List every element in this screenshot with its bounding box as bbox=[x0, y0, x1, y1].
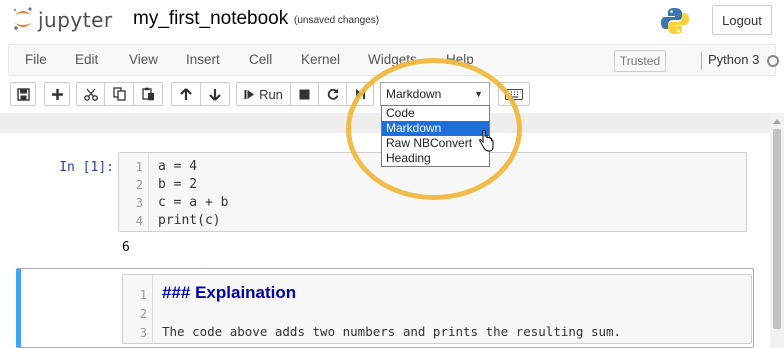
code-line: print(c) bbox=[158, 213, 221, 228]
cut-button[interactable] bbox=[76, 82, 105, 106]
menu-view[interactable]: View bbox=[129, 52, 158, 67]
paste-icon bbox=[141, 87, 154, 101]
line-number: 3 bbox=[139, 326, 147, 340]
move-up-button[interactable] bbox=[171, 82, 201, 106]
save-button[interactable] bbox=[10, 82, 36, 106]
line-number: 4 bbox=[135, 214, 143, 228]
scroll-up-icon[interactable] bbox=[773, 119, 781, 124]
insert-cell-button[interactable] bbox=[44, 82, 70, 106]
markdown-heading-line: ### Explaination bbox=[162, 283, 297, 302]
logo-text: jupyter bbox=[38, 8, 113, 32]
cell-output: 6 bbox=[122, 240, 130, 255]
line-number: 3 bbox=[135, 196, 143, 210]
refresh-icon bbox=[327, 88, 338, 100]
interrupt-button[interactable] bbox=[290, 82, 319, 106]
menu-kernel[interactable]: Kernel bbox=[301, 52, 340, 67]
jupyter-logo[interactable]: jupyter bbox=[12, 6, 122, 34]
python-logo-icon bbox=[660, 6, 690, 36]
kernel-status-icon bbox=[767, 55, 779, 67]
arrow-down-icon bbox=[209, 88, 221, 101]
code-line: c = a + b bbox=[158, 195, 229, 210]
run-button[interactable]: Run bbox=[236, 82, 291, 106]
copy-icon bbox=[112, 87, 126, 101]
logout-button[interactable]: Logout bbox=[712, 5, 772, 35]
run-label: Run bbox=[259, 86, 283, 102]
stop-icon bbox=[299, 89, 310, 99]
line-number: 2 bbox=[135, 178, 143, 192]
scissors-icon bbox=[83, 88, 98, 101]
line-number: 1 bbox=[135, 160, 143, 174]
jupyter-logo-icon bbox=[13, 7, 32, 30]
menu-cell[interactable]: Cell bbox=[249, 52, 272, 67]
mouse-cursor-icon bbox=[478, 129, 494, 155]
input-prompt: In [1]: bbox=[59, 160, 114, 175]
line-number: 2 bbox=[139, 307, 147, 321]
kernel-separator bbox=[701, 52, 702, 70]
markdown-cell-editor[interactable]: 1 2 3 ### Explaination The code above ad… bbox=[122, 274, 752, 344]
paste-button[interactable] bbox=[133, 82, 163, 106]
markdown-cell-selected[interactable]: 1 2 3 ### Explaination The code above ad… bbox=[16, 268, 754, 348]
code-line: b = 2 bbox=[158, 177, 198, 192]
copy-button[interactable] bbox=[104, 82, 134, 106]
highlight-ring bbox=[346, 58, 522, 200]
arrow-up-icon bbox=[180, 87, 192, 100]
kernel-name[interactable]: Python 3 bbox=[708, 52, 759, 67]
code-line: a = 4 bbox=[158, 159, 198, 174]
scrollbar[interactable] bbox=[770, 113, 784, 348]
menu-file[interactable]: File bbox=[25, 52, 47, 67]
run-icon bbox=[244, 89, 255, 99]
trusted-badge[interactable]: Trusted bbox=[614, 50, 666, 72]
scrollbar-thumb[interactable] bbox=[773, 129, 781, 329]
restart-button[interactable] bbox=[318, 82, 347, 106]
save-status: (unsaved changes) bbox=[294, 15, 380, 26]
markdown-body-line: The code above adds two numbers and prin… bbox=[162, 324, 622, 339]
menu-insert[interactable]: Insert bbox=[186, 52, 220, 67]
notebook-title[interactable]: my_first_notebook bbox=[133, 8, 288, 30]
move-down-button[interactable] bbox=[200, 82, 230, 106]
plus-icon bbox=[51, 88, 63, 100]
line-number: 1 bbox=[139, 288, 147, 302]
menu-edit[interactable]: Edit bbox=[75, 52, 98, 67]
save-icon bbox=[16, 87, 30, 101]
notebook-header: jupyter my_first_notebook (unsaved chang… bbox=[0, 0, 784, 40]
